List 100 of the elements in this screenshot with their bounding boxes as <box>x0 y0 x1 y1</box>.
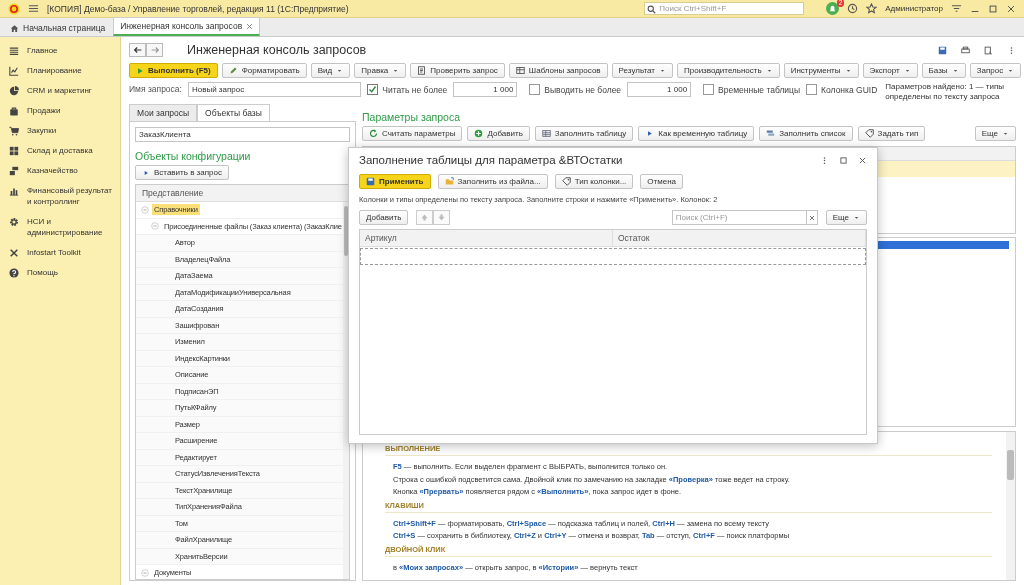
add-button[interactable]: Добавить <box>359 210 409 225</box>
sidebar-item[interactable]: Продажи <box>0 101 120 121</box>
print-icon[interactable] <box>961 45 970 55</box>
column-header[interactable]: Остаток <box>613 230 866 246</box>
sidebar-item[interactable]: НСИ и администрирование <box>0 212 120 243</box>
sidebar-item[interactable]: Infostart Toolkit <box>0 243 120 263</box>
checkbox-square[interactable] <box>703 84 715 95</box>
toolbar-button[interactable]: Инструменты <box>783 63 859 78</box>
caret-icon <box>951 67 959 74</box>
query-name-field[interactable]: Новый запрос <box>187 82 362 97</box>
window-tab[interactable]: Начальная страница <box>4 20 112 36</box>
params-info: Параметров найдено: 1 — типы определены по тексту запроса <box>885 82 1005 102</box>
params-button[interactable]: Считать параметры <box>362 126 463 141</box>
lines-icon[interactable] <box>951 3 962 14</box>
new-row[interactable] <box>360 248 866 265</box>
back-button[interactable] <box>129 43 146 57</box>
params-button[interactable]: Добавить <box>467 126 530 141</box>
menu-lines-icon <box>9 46 19 56</box>
checkbox-square[interactable] <box>806 84 818 95</box>
panel-tab[interactable]: Мои запросы <box>129 104 198 121</box>
toolbar-button[interactable]: Базы <box>921 63 966 78</box>
sidebar-item[interactable]: Помощь <box>0 263 120 283</box>
toolbar-button[interactable]: Вид <box>310 63 351 78</box>
clear-button[interactable] <box>805 210 818 225</box>
triangle-icon <box>645 129 655 138</box>
dialog-button[interactable]: Заполнить из файла... <box>437 174 548 189</box>
star-icon[interactable] <box>866 3 878 14</box>
home-icon <box>10 23 19 33</box>
toolbar-button[interactable]: Запрос <box>969 63 1022 78</box>
save-icon[interactable] <box>938 45 947 55</box>
option-checkbox[interactable]: Читать не более <box>367 82 448 97</box>
params-button[interactable]: Задать тип <box>857 126 926 141</box>
caret-icon <box>844 67 852 74</box>
clear-icon[interactable] <box>808 214 815 221</box>
bag-icon <box>9 106 19 116</box>
close-icon[interactable] <box>858 155 867 165</box>
toolbar-button[interactable]: Шаблоны запросов <box>508 63 608 78</box>
preview-icon[interactable] <box>984 45 993 55</box>
maximize-icon[interactable] <box>988 3 998 14</box>
column-header[interactable]: Артикул <box>360 230 613 246</box>
toolbar-button[interactable]: Проверить запрос <box>410 63 505 78</box>
option-checkbox[interactable]: Временные таблицы <box>703 82 801 97</box>
maximize-icon[interactable] <box>839 155 848 165</box>
toolbar-button[interactable]: Экспорт <box>862 63 918 78</box>
sidebar-item[interactable]: CRM и маркетинг <box>0 81 120 101</box>
caret-icon <box>853 214 860 221</box>
search-field[interactable]: Поиск Ctrl+Shift+F <box>644 2 805 15</box>
collapse-toggle-icon[interactable] <box>151 222 159 231</box>
menu-icon[interactable] <box>28 3 39 14</box>
tag-icon <box>864 129 874 138</box>
params-button[interactable]: Как временную таблицу <box>638 126 755 141</box>
column-header: Представление <box>136 185 349 202</box>
panel-tab[interactable]: Объекты базы <box>197 104 270 121</box>
params-button[interactable]: Заполнить список <box>759 126 853 141</box>
bar-chart-icon <box>9 186 19 196</box>
sidebar-item[interactable]: Склад и доставка <box>0 141 120 161</box>
logo-icon[interactable] <box>8 2 20 15</box>
coins-icon <box>9 166 19 176</box>
toolbar-button[interactable]: Правка <box>354 63 407 78</box>
option-checkbox[interactable]: Колонка GUID <box>806 82 878 97</box>
sidebar-item[interactable]: Главное <box>0 41 120 61</box>
window-title: [КОПИЯ] Демо-база / Управление торговлей, редакция 11 (1С:Предприятие) <box>47 3 349 14</box>
more-button[interactable]: Еще <box>974 126 1016 141</box>
toolbar-button[interactable]: Результат <box>611 63 673 78</box>
dialog-button[interactable]: Применить <box>359 174 431 189</box>
collapse-toggle-icon[interactable] <box>141 568 149 577</box>
sidebar-item[interactable]: Финансовый результат и контроллинг <box>0 181 120 212</box>
cart-icon <box>9 126 19 136</box>
scrollbar[interactable] <box>1006 432 1015 580</box>
caret-icon <box>336 67 344 74</box>
dialog-button[interactable]: Отмена <box>640 174 684 189</box>
dialog-button[interactable]: Тип колонки... <box>554 174 634 189</box>
more-button[interactable]: Еще <box>825 210 867 225</box>
number-field[interactable]: 1 000 <box>627 82 692 97</box>
user-name[interactable]: Администратор <box>885 4 943 13</box>
toolbar-button[interactable]: Выполнить (F5) <box>129 63 218 78</box>
gear-icon <box>9 217 19 227</box>
object-search-field[interactable]: ЗаказКлиента <box>135 127 350 142</box>
close-icon[interactable] <box>1006 3 1016 14</box>
close-icon[interactable] <box>246 22 254 30</box>
sidebar-item[interactable]: Казначейство <box>0 161 120 181</box>
toolbar-button[interactable]: Форматировать <box>221 63 307 78</box>
sidebar-item[interactable]: Планирование <box>0 61 120 81</box>
caret-icon <box>1007 67 1015 74</box>
toolbar-button[interactable]: Производительность <box>677 63 780 78</box>
params-button[interactable]: Заполнить таблицу <box>534 126 634 141</box>
history-icon[interactable] <box>847 3 859 14</box>
sidebar-item[interactable]: Закупки <box>0 121 120 141</box>
window-tab[interactable]: Инженерная консоль запросов <box>113 17 261 36</box>
search-field[interactable]: Поиск (Ctrl+F) <box>671 210 806 225</box>
insert-button[interactable]: Вставить в запрос <box>135 165 229 180</box>
down-arrow-icon <box>437 213 447 222</box>
checkbox-square[interactable] <box>367 84 379 95</box>
option-checkbox[interactable]: Выводить не более <box>529 82 622 97</box>
number-field[interactable]: 1 000 <box>453 82 518 97</box>
back-arrow-icon <box>132 45 143 55</box>
play-icon <box>136 66 144 75</box>
checkbox-square[interactable] <box>529 84 541 95</box>
collapse-toggle-icon[interactable] <box>141 205 149 214</box>
bell-icon[interactable] <box>826 2 840 15</box>
